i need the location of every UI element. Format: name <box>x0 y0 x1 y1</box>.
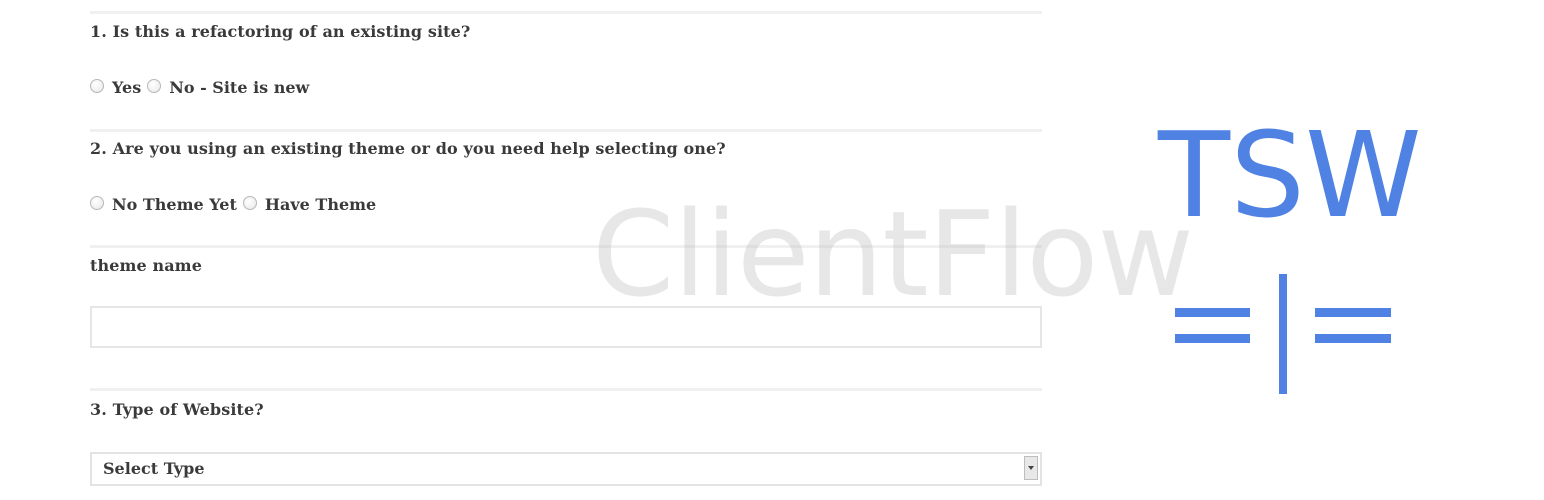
radio-no-site-is-new[interactable] <box>147 78 162 93</box>
question-1-label: 1. Is this a refactoring of an existing … <box>90 22 471 41</box>
question-1-options: Yes No - Site is new <box>90 78 315 97</box>
equals-bar-equals-icon <box>1175 274 1391 394</box>
website-type-selected-value: Select Type <box>103 459 205 478</box>
website-type-select[interactable]: Select Type <box>90 452 1042 486</box>
clientflow-watermark: ClientFlow <box>592 185 1194 323</box>
tsw-logo-text: TSW <box>1158 106 1422 244</box>
radio-no-site-is-new-label[interactable]: No - Site is new <box>169 78 309 97</box>
question-2-options: No Theme Yet Have Theme <box>90 195 382 214</box>
radio-yes-label[interactable]: Yes <box>112 78 141 97</box>
radio-have-theme-label[interactable]: Have Theme <box>265 195 376 214</box>
dropdown-arrow-icon[interactable] <box>1024 456 1038 480</box>
divider <box>90 11 1042 14</box>
radio-no-theme-yet[interactable] <box>90 195 104 210</box>
question-3-label: 3. Type of Website? <box>90 400 264 419</box>
radio-yes[interactable] <box>90 78 104 93</box>
theme-name-label: theme name <box>90 256 202 275</box>
divider <box>90 388 1042 391</box>
question-2-label: 2. Are you using an existing theme or do… <box>90 139 726 158</box>
divider <box>90 129 1042 132</box>
radio-no-theme-yet-label[interactable]: No Theme Yet <box>112 195 237 214</box>
radio-have-theme[interactable] <box>242 195 257 210</box>
